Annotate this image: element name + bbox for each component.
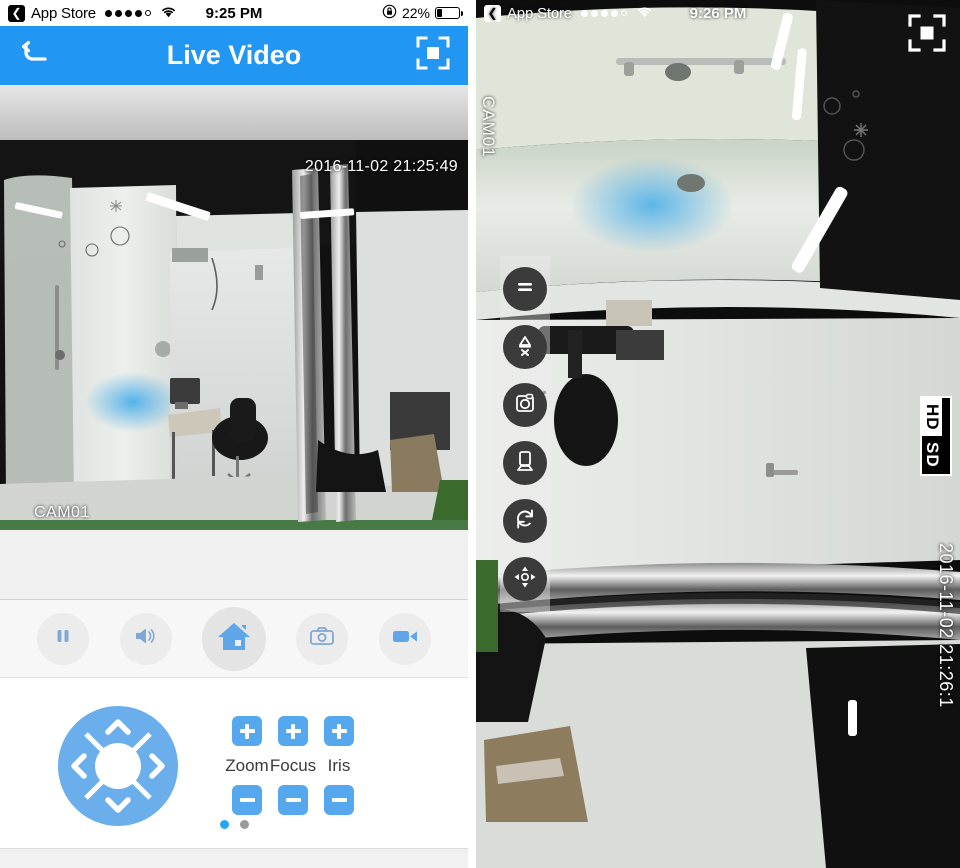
rotation-lock-icon — [382, 4, 397, 22]
minus-icon — [331, 798, 347, 802]
dpad-icon — [512, 564, 538, 595]
focus-label: Focus — [269, 756, 317, 775]
chevron-left-icon[interactable]: ❮ — [8, 4, 25, 22]
pause-button[interactable] — [37, 612, 90, 665]
quality-option-hd[interactable]: HD — [922, 398, 942, 436]
wifi-icon — [160, 5, 177, 22]
fullscreen-button[interactable] — [908, 14, 946, 57]
app-screenshot: ❮ App Store 9:25 PM 22% Live Video 2016-… — [0, 0, 960, 868]
rotate-icon — [513, 507, 537, 536]
speaker-icon — [133, 625, 159, 652]
wifi-icon — [636, 5, 653, 22]
snapshot-tool-button[interactable] — [503, 383, 547, 427]
battery-percent-label: 22% — [401, 5, 430, 21]
landscape-fullscreen-panel: ❮ App Store 9:26 PM CAM01 2016-11-02 21:… — [476, 0, 960, 868]
iris-close-button[interactable] — [324, 785, 354, 815]
back-button[interactable] — [12, 33, 58, 79]
carrier-label: App Store — [31, 4, 96, 22]
status-bar: ❮ App Store 9:25 PM 22% — [0, 0, 468, 26]
video-camera-label: CAM01 — [479, 96, 498, 158]
zoom-in-button[interactable] — [232, 716, 262, 746]
quality-option-sd[interactable]: SD — [922, 436, 942, 474]
video-camera-label: CAM01 — [34, 504, 90, 521]
video-bottom-spacer — [0, 530, 468, 600]
ptz-control-panel: Zoom Focus Iris — [0, 678, 468, 853]
chevron-left-icon[interactable]: ❮ — [484, 4, 501, 22]
minus-icon — [285, 798, 301, 802]
video-timestamp: 2016-11-02 21:25:49 — [304, 158, 458, 175]
ptz-tool-button[interactable] — [503, 557, 547, 601]
landscape-toolbar — [500, 256, 550, 612]
pause-tool-button[interactable] — [503, 267, 547, 311]
signal-dots-icon — [104, 9, 151, 17]
pause-icon — [52, 625, 74, 652]
camera-icon — [309, 625, 335, 652]
battery-icon — [435, 7, 463, 19]
zoom-label: Zoom — [225, 756, 269, 775]
fullscreen-button[interactable] — [410, 33, 456, 79]
audio-button[interactable] — [119, 612, 172, 665]
home-button[interactable] — [201, 606, 266, 671]
video-stream-portrait[interactable]: 2016-11-02 21:25:49 CAM01 — [0, 140, 468, 530]
back-arrow-icon — [18, 38, 52, 73]
lens-controls-grid: Zoom Focus Iris — [224, 716, 362, 815]
quality-selector[interactable]: HD SD — [920, 396, 952, 476]
focus-out-button[interactable] — [278, 785, 308, 815]
signal-dots-icon — [580, 9, 627, 17]
status-bar-landscape: ❮ App Store 9:26 PM — [476, 0, 960, 26]
page-title: Live Video — [166, 40, 302, 70]
iris-open-button[interactable] — [324, 716, 354, 746]
bottom-edge — [0, 848, 468, 853]
lens-controls: Zoom Focus Iris — [224, 716, 362, 815]
page-indicator[interactable] — [0, 820, 468, 829]
status-bar-right: 22% — [382, 4, 463, 22]
rotate-tool-button[interactable] — [503, 499, 547, 543]
panel-divider — [468, 0, 476, 868]
page-dot-1[interactable] — [219, 820, 229, 829]
minus-icon — [239, 798, 255, 802]
fullscreen-icon — [908, 14, 946, 56]
record-button[interactable] — [378, 612, 431, 665]
video-timestamp: 2016-11-02 21:26:1 — [936, 543, 956, 708]
playback-controls — [0, 600, 468, 678]
fullscreen-icon — [416, 36, 450, 75]
dpad-joystick-icon — [58, 705, 178, 826]
video-camera-icon — [391, 626, 419, 651]
status-bar-left: ❮ App Store — [484, 4, 653, 22]
zoom-out-button[interactable] — [232, 785, 262, 815]
home-icon — [217, 620, 251, 657]
page-dot-2[interactable] — [239, 820, 249, 829]
record-tool-button[interactable] — [503, 441, 547, 485]
nav-gap-spacer — [0, 85, 468, 140]
video-camera-icon — [513, 449, 537, 478]
focus-in-button[interactable] — [278, 716, 308, 746]
iris-label: Iris — [327, 756, 351, 775]
status-bar-left: ❮ App Store — [8, 4, 177, 22]
video-frame-image — [0, 140, 468, 530]
speaker-muted-icon — [513, 333, 537, 362]
dpad-joystick[interactable] — [56, 704, 180, 828]
snapshot-button[interactable] — [296, 612, 349, 665]
portrait-phone-panel: ❮ App Store 9:25 PM 22% Live Video 2016-… — [0, 0, 468, 868]
pause-icon — [513, 275, 537, 304]
nav-bar: Live Video — [0, 26, 468, 85]
carrier-label: App Store — [507, 4, 572, 22]
camera-icon — [513, 391, 537, 420]
mute-tool-button[interactable] — [503, 325, 547, 369]
